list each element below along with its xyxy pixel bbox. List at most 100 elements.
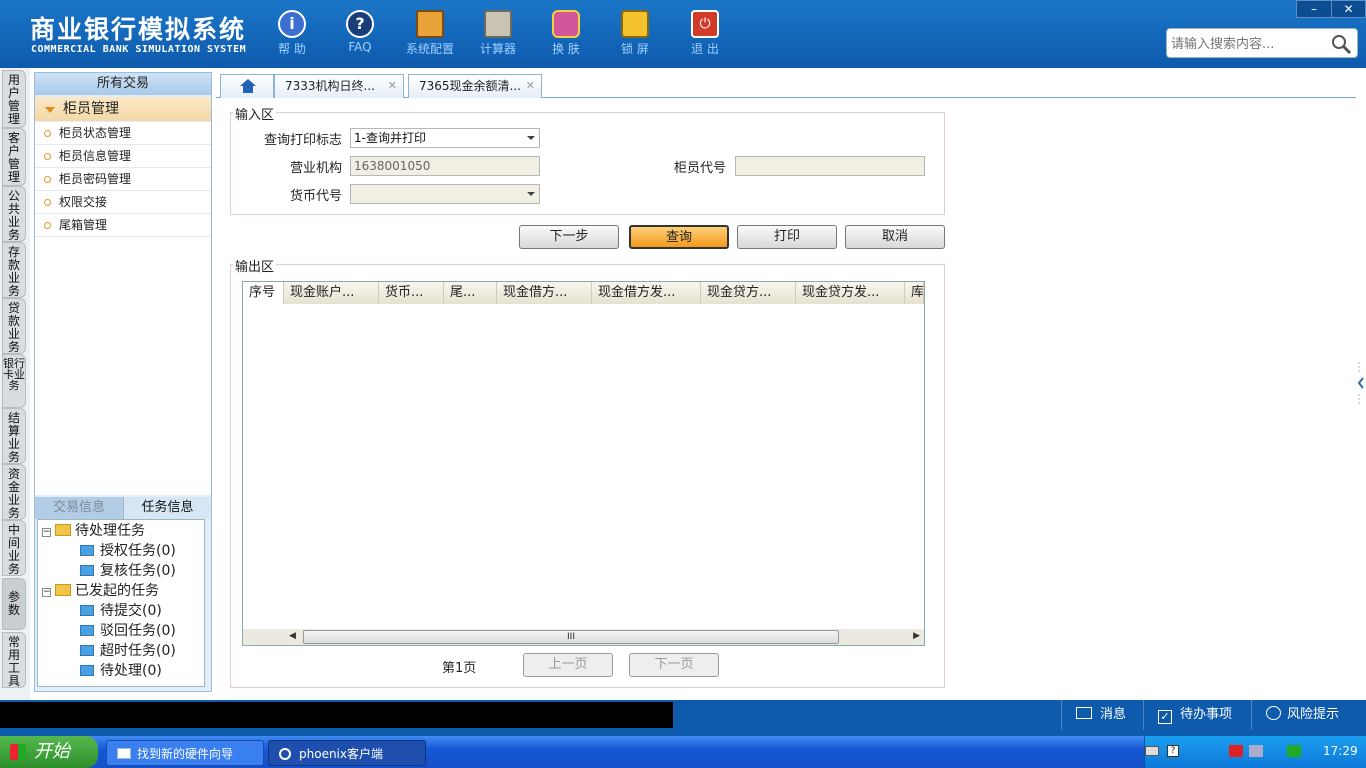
- nav-bank-card-business[interactable]: 银行卡业务: [2, 354, 26, 408]
- sidebar-empty-area: [35, 237, 211, 495]
- collapse-panel-handle[interactable]: [1356, 360, 1366, 406]
- sidebar-group-teller-management[interactable]: 柜员管理: [35, 97, 211, 121]
- task-icon: [80, 645, 94, 656]
- lock-icon: [621, 10, 649, 38]
- tab-transaction-info[interactable]: 交易信息: [35, 497, 123, 519]
- skin-button[interactable]: 换 肤: [536, 6, 596, 62]
- bullet-icon: [44, 176, 51, 183]
- messages-button[interactable]: 消息: [1061, 700, 1143, 730]
- security-icon[interactable]: [1287, 745, 1301, 757]
- nav-loan-business[interactable]: 贷款业务: [2, 298, 26, 354]
- scroll-right-icon[interactable]: ▶: [913, 631, 920, 641]
- power-icon: ⏻: [691, 10, 719, 38]
- collapse-icon[interactable]: −: [42, 528, 51, 537]
- lock-screen-button[interactable]: 锁 屏: [605, 6, 665, 62]
- column-header[interactable]: 现金借方发...: [592, 282, 701, 304]
- app-title: 商业银行模拟系统: [30, 15, 247, 44]
- caret-down-icon: [45, 107, 55, 113]
- column-header[interactable]: 现金贷方...: [701, 282, 796, 304]
- home-icon: [240, 79, 256, 93]
- column-header[interactable]: 货币...: [379, 282, 444, 304]
- nav-fund-business[interactable]: 资金业务: [2, 464, 26, 520]
- prev-page-button[interactable]: 上一页: [523, 653, 613, 677]
- tab-home[interactable]: [220, 74, 274, 98]
- tree-node-leaf[interactable]: 驳回任务(0): [80, 622, 176, 640]
- page-tabs: 7333机构日终... ✕ 7365现金余额清... ✕: [216, 72, 1356, 98]
- tab-7333[interactable]: 7333机构日终... ✕: [274, 74, 404, 98]
- cancel-button[interactable]: 取消: [845, 225, 945, 249]
- tree-node-leaf[interactable]: 待提交(0): [80, 602, 162, 620]
- sidebar-item[interactable]: 柜员信息管理: [35, 145, 211, 168]
- column-header[interactable]: 现金账户...: [284, 282, 379, 304]
- nav-customer-management[interactable]: 客户管理: [2, 128, 26, 186]
- task-icon: [80, 605, 94, 616]
- nav-common-tools[interactable]: 常用工具: [2, 632, 26, 688]
- close-button[interactable]: ✕: [1331, 1, 1365, 17]
- start-button[interactable]: 开始: [0, 736, 98, 768]
- close-tab-icon[interactable]: ✕: [388, 75, 397, 97]
- sidebar-item[interactable]: 柜员状态管理: [35, 122, 211, 145]
- todo-button[interactable]: ✓ 待办事项: [1143, 700, 1251, 730]
- scroll-left-icon[interactable]: ◀: [289, 631, 296, 641]
- tab-7365[interactable]: 7365现金余额清... ✕: [408, 74, 542, 98]
- column-header[interactable]: 尾...: [444, 282, 497, 304]
- network-icon[interactable]: [1229, 745, 1243, 757]
- folder-icon: [55, 524, 71, 536]
- exit-button[interactable]: ⏻ 退 出: [675, 6, 735, 62]
- taskbar-item-active[interactable]: phoenix客户端: [268, 740, 426, 766]
- toolbox-icon: [416, 10, 444, 38]
- tree-node-initiated-tasks[interactable]: − 已发起的任务: [42, 582, 159, 600]
- nav-public-business[interactable]: 公共业务: [2, 186, 26, 242]
- next-page-button[interactable]: 下一页: [629, 653, 719, 677]
- tree-node-leaf[interactable]: 待处理(0): [80, 662, 162, 680]
- nav-user-management[interactable]: 用户管理: [2, 70, 26, 128]
- help-button[interactable]: i 帮 助: [262, 6, 322, 62]
- org-field[interactable]: 1638001050: [350, 156, 540, 176]
- print-button[interactable]: 打印: [737, 225, 837, 249]
- query-flag-select[interactable]: 1-查询并打印: [350, 128, 540, 148]
- calculator-button[interactable]: 计算器: [468, 6, 528, 62]
- horizontal-scrollbar[interactable]: ◀ III ▶: [243, 629, 924, 645]
- collapse-icon[interactable]: −: [42, 588, 51, 597]
- nav-deposit-business[interactable]: 存款业务: [2, 242, 26, 298]
- nav-intermediate-business[interactable]: 中间业务: [2, 520, 26, 576]
- scroll-thumb[interactable]: III: [303, 630, 839, 644]
- checkbox-icon: ✓: [1158, 710, 1172, 724]
- search-icon[interactable]: [1329, 32, 1353, 56]
- risk-alert-button[interactable]: 风险提示: [1251, 700, 1366, 730]
- query-button[interactable]: 查询: [629, 225, 729, 249]
- tree-node-leaf[interactable]: 复核任务(0): [80, 562, 176, 580]
- keyboard-icon[interactable]: [1145, 746, 1159, 756]
- system-config-button[interactable]: 系统配置: [400, 6, 460, 62]
- clock: 17:29: [1323, 744, 1358, 758]
- nav-settlement-business[interactable]: 结算业务: [2, 408, 26, 464]
- close-tab-icon[interactable]: ✕: [526, 75, 535, 97]
- column-header[interactable]: 现金借方...: [497, 282, 592, 304]
- column-header[interactable]: 库: [905, 282, 924, 304]
- teller-field[interactable]: [735, 156, 925, 176]
- sidebar-item[interactable]: 权限交接: [35, 191, 211, 214]
- column-header[interactable]: 现金贷方发...: [796, 282, 905, 304]
- minimize-button[interactable]: –: [1297, 1, 1331, 17]
- tree-node-pending-tasks[interactable]: − 待处理任务: [42, 522, 145, 540]
- tree-node-leaf[interactable]: 授权任务(0): [80, 542, 176, 560]
- sidebar-item[interactable]: 尾箱管理: [35, 214, 211, 237]
- output-grid: 序号 现金账户... 货币... 尾... 现金借方... 现金借方发... 现…: [242, 281, 925, 646]
- nav-parameters[interactable]: 参数: [2, 578, 26, 630]
- input-area-legend: 输入区: [233, 104, 277, 123]
- volume-icon[interactable]: [1249, 745, 1263, 757]
- currency-select[interactable]: [350, 184, 540, 204]
- help-tray-icon[interactable]: ?: [1167, 745, 1179, 757]
- column-header[interactable]: 序号: [243, 282, 284, 304]
- tree-node-leaf[interactable]: 超时任务(0): [80, 642, 176, 660]
- search-input[interactable]: [1171, 34, 1331, 54]
- sidebar-item[interactable]: 柜员密码管理: [35, 168, 211, 191]
- next-step-button[interactable]: 下一步: [519, 225, 619, 249]
- app-subtitle: COMMERCIAL BANK SIMULATION SYSTEM: [31, 44, 247, 55]
- tab-task-info[interactable]: 任务信息: [123, 497, 211, 519]
- taskbar-item[interactable]: 找到新的硬件向导: [106, 740, 264, 766]
- output-area-legend: 输出区: [233, 256, 277, 275]
- faq-button[interactable]: ? FAQ: [330, 6, 390, 62]
- main-content: 输入区 查询打印标志 1-查询并打印 营业机构 1638001050 柜员代号 …: [216, 98, 1356, 700]
- module-nav: 用户管理 客户管理 公共业务 存款业务 贷款业务 银行卡业务 结算业务 资金业务…: [0, 68, 30, 700]
